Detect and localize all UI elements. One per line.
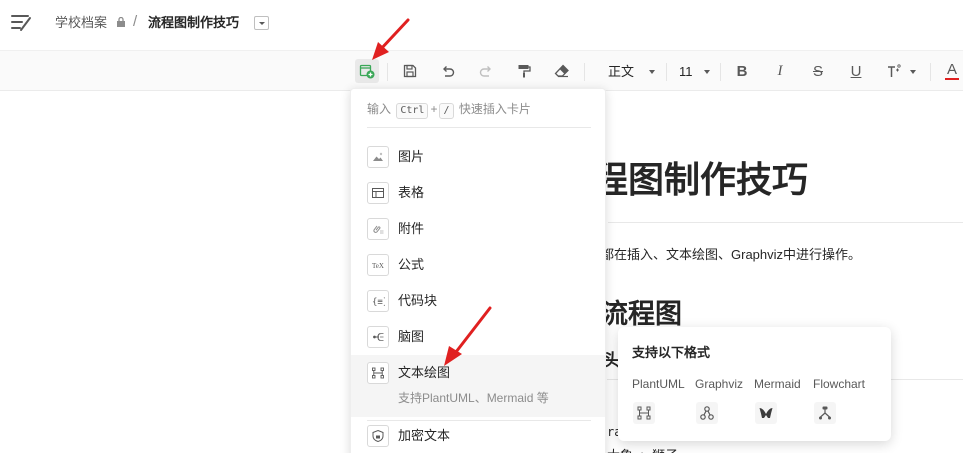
undo-button[interactable] (436, 59, 460, 83)
mermaid-icon[interactable] (755, 402, 777, 424)
redo-icon (479, 66, 491, 77)
shortcut-key-slash: / (439, 103, 454, 119)
bold-button[interactable]: B (730, 59, 754, 83)
editor-toolbar: 正文 11 B I S U A (0, 50, 963, 91)
attachment-icon (373, 225, 384, 234)
undo-icon (443, 66, 455, 77)
plantuml-icon[interactable] (633, 402, 655, 424)
toolbar-divider (930, 63, 931, 81)
supported-formats-popover: 支持以下格式 PlantUML Graphviz Mermaid Flowcha… (618, 327, 891, 441)
strikethrough-button[interactable]: S (806, 59, 830, 83)
font-color-button[interactable]: A (940, 59, 963, 83)
breadcrumb-separator: / (133, 13, 138, 30)
code-block-icon: {≡} (372, 298, 385, 308)
menu-item-label: 脑图 (398, 329, 425, 344)
hint-prefix: 输入 (367, 102, 392, 116)
menu-divider (367, 127, 591, 128)
save-button[interactable] (398, 59, 422, 83)
chevron-down-icon (649, 70, 655, 74)
menu-item-label: 加密文本 (398, 428, 451, 443)
insert-card-button[interactable] (355, 59, 379, 83)
redo-button[interactable] (474, 59, 498, 83)
lock-icon (117, 17, 125, 27)
table-icon (372, 188, 384, 198)
superscript-icon (888, 64, 901, 77)
flowchart-icon[interactable] (814, 402, 836, 424)
paragraph-style-select[interactable]: 正文 (608, 64, 634, 80)
formula-icon: TeX (372, 262, 384, 270)
format-label-flowchart: Flowchart (813, 377, 866, 391)
toolbar-divider (720, 63, 721, 81)
chevron-down-icon (704, 70, 710, 74)
menu-item-image[interactable]: 图片 (351, 139, 605, 175)
font-color-label: A (946, 61, 957, 78)
shortcut-hint: 输入 Ctrl + / 快速插入卡片 (367, 100, 531, 119)
text-diagram-icon (372, 367, 384, 379)
insert-card-icon (359, 64, 375, 79)
menu-item-label: 文本绘图 (398, 365, 451, 380)
format-label-plantuml: PlantUML (632, 377, 685, 391)
hint-suffix: 快速插入卡片 (458, 102, 531, 116)
menu-item-code-block[interactable]: {≡} 代码块 (351, 283, 605, 319)
superscript-button[interactable] (882, 59, 906, 83)
menu-item-text-diagram[interactable]: 文本绘图 支持PlantUML、Mermaid 等 (351, 355, 605, 417)
header-bar: 学校档案 / 流程图制作技巧 (0, 0, 963, 46)
popover-title: 支持以下格式 (632, 345, 711, 360)
save-icon (403, 64, 417, 78)
encrypted-text-icon (372, 429, 384, 443)
underline-button[interactable]: U (844, 59, 868, 83)
menu-item-encrypted-text[interactable]: 加密文本 (351, 418, 605, 453)
font-color-swatch (945, 78, 959, 80)
document-heading: 程图制作技巧 (592, 159, 809, 200)
format-painter-button[interactable] (512, 59, 536, 83)
italic-button[interactable]: I (768, 59, 792, 83)
chevron-down-icon (910, 70, 916, 74)
menu-item-label: 表格 (398, 185, 425, 200)
menu-item-description: 支持PlantUML、Mermaid 等 (398, 391, 549, 405)
toolbar-divider (584, 63, 585, 81)
eraser-icon (554, 64, 569, 78)
breadcrumb-root[interactable]: 学校档案 (55, 14, 107, 32)
document-paragraph: 都在插入、文本绘图、Graphviz中进行操作。 (601, 247, 862, 262)
menu-item-label: 附件 (398, 221, 425, 236)
menu-logo-icon[interactable] (11, 13, 33, 33)
image-icon (373, 152, 383, 161)
toolbar-divider (666, 63, 667, 81)
format-label-graphviz: Graphviz (695, 377, 744, 391)
svg-text:TeX: TeX (372, 262, 384, 270)
hint-plus: + (430, 102, 438, 116)
menu-item-formula[interactable]: TeX 公式 (351, 247, 605, 283)
menu-item-label: 图片 (398, 149, 425, 164)
menu-item-label: 公式 (398, 257, 425, 272)
title-dropdown-button[interactable] (254, 16, 269, 30)
format-label-mermaid: Mermaid (754, 377, 801, 391)
toolbar-divider (387, 63, 388, 81)
document-title[interactable]: 流程图制作技巧 (148, 14, 239, 32)
svg-text:{≡}: {≡} (372, 298, 385, 308)
menu-item-table[interactable]: 表格 (351, 175, 605, 211)
heading-divider (608, 222, 963, 223)
menu-item-label: 代码块 (398, 293, 438, 308)
insert-card-menu: 输入 Ctrl + / 快速插入卡片 图片 表格 附件 TeX 公式 {≡ 代码… (350, 88, 606, 453)
clear-format-button[interactable] (550, 59, 574, 83)
mindmap-icon (373, 333, 384, 341)
format-painter-icon (518, 65, 531, 78)
font-size-select[interactable]: 11 (679, 64, 693, 80)
menu-item-attachment[interactable]: 附件 (351, 211, 605, 247)
graphviz-icon[interactable] (696, 402, 718, 424)
shortcut-key-ctrl: Ctrl (396, 103, 429, 119)
code-line: 大象 -> 狮子; (607, 445, 682, 453)
menu-item-mindmap[interactable]: 脑图 (351, 319, 605, 355)
